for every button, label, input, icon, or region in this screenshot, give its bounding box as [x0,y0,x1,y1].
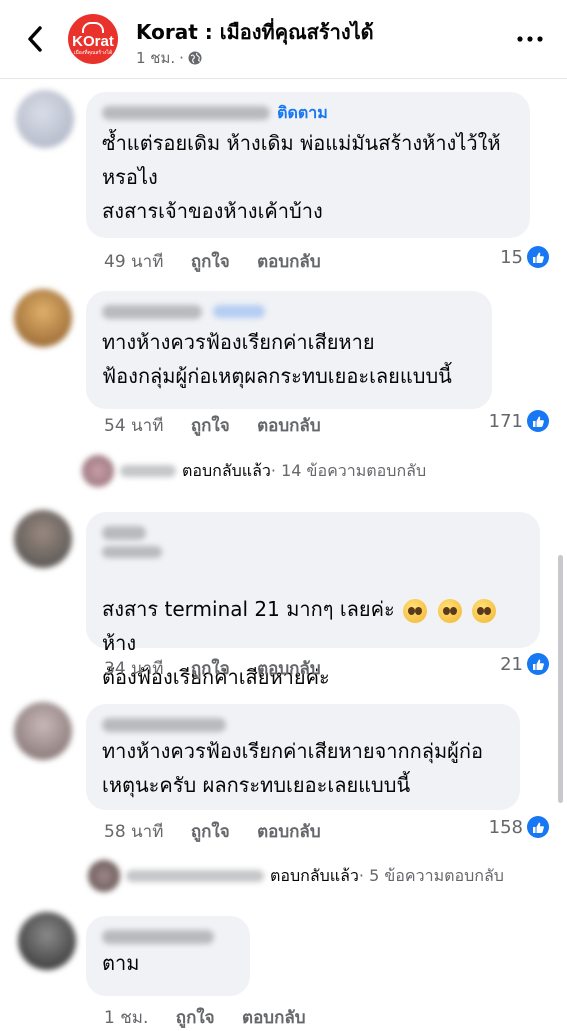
post-meta: 1 ชม. · [136,46,202,70]
reply-count: · 14 ข้อความตอบกลับ [270,460,427,480]
comment-text: ทางห้างควรฟ้องเรียกค่าเสียหายจากกลุ่มผู้… [102,739,484,797]
reply-button[interactable]: ตอบกลับ [257,822,321,842]
commenter-avatar[interactable] [14,702,72,760]
like-thumb-icon [527,246,549,268]
comment-bubble[interactable]: ทางห้างควรฟ้องเรียกค่าเสียหายจากกลุ่มผู้… [86,704,520,810]
scrollbar[interactable] [558,555,563,803]
replied-label: ตอบกลับแล้ว [182,460,271,480]
reply-button[interactable]: ตอบกลับ [257,659,321,679]
pleading-face-emoji [437,598,462,623]
replier-name [120,465,176,477]
like-count[interactable]: 158 [489,816,549,838]
commenter-name[interactable] [102,105,270,120]
more-options-button[interactable] [510,24,550,54]
comment-text: ซ้ำแต่รอยเดิม ห้างเดิม พ่อแม่มันสร้างห้า… [102,131,501,223]
follow-link[interactable] [213,305,266,318]
like-thumb-icon [527,410,549,432]
commenter-avatar[interactable] [14,289,72,347]
like-button[interactable]: ถูกใจ [191,659,230,679]
comment-time: 54 นาที [104,416,164,436]
like-count[interactable]: 15 [500,246,549,268]
comment-text: ทางห้างควรฟ้องเรียกค่าเสียหาย ฟ้องกลุ่มผ… [102,330,452,388]
like-button[interactable]: ถูกใจ [191,416,230,436]
like-button[interactable]: ถูกใจ [176,1008,215,1028]
page-title[interactable]: Korat : เมืองที่คุณสร้างได้ [136,16,374,48]
pleading-face-emoji [403,598,428,623]
comment-bubble[interactable]: ติดตาม ซ้ำแต่รอยเดิม ห้างเดิม พ่อแม่มันส… [86,92,530,238]
replies-summary[interactable]: ตอบกลับแล้ว · 14 ข้อความตอบกลับ [82,455,426,487]
comment-bubble[interactable]: ทางห้างควรฟ้องเรียกค่าเสียหาย ฟ้องกลุ่มผ… [86,291,492,409]
comment-bubble[interactable]: ตาม [86,916,250,996]
reply-count: · 5 ข้อความตอบกลับ [358,865,504,885]
commenter-avatar[interactable] [16,90,74,148]
replies-summary[interactable]: ตอบกลับแล้ว · 5 ข้อความตอบกลับ [88,860,504,892]
commenter-avatar[interactable] [14,510,72,568]
back-button[interactable] [20,22,50,56]
page-avatar[interactable]: KOrat เมืองที่คุณสร้างได้ [68,14,118,64]
commenter-name[interactable] [102,929,214,944]
like-count[interactable]: 171 [489,410,549,432]
comment-time: 49 นาที [104,252,164,272]
comment-actions: 34 นาที ถูกใจ ตอบกลับ [104,655,343,682]
pleading-face-emoji [471,598,496,623]
commenter-name-2 [102,545,162,558]
commenter-name[interactable] [102,525,146,540]
commenter-avatar[interactable] [18,912,76,970]
like-button[interactable]: ถูกใจ [191,822,230,842]
logo-subtext: เมืองที่คุณสร้างได้ [73,50,113,56]
post-header: KOrat เมืองที่คุณสร้างได้ Korat : เมืองท… [0,0,567,79]
replier-avatar [82,455,114,487]
commenter-name[interactable] [102,717,226,732]
comment-time: 58 นาที [104,822,164,842]
comment-time: 34 นาที [104,659,164,679]
comment-time: 1 ชม. [104,1008,149,1028]
replier-avatar [88,860,120,892]
logo-roof-icon [82,22,104,33]
like-thumb-icon [527,816,549,838]
reply-button[interactable]: ตอบกลับ [257,416,321,436]
like-button[interactable]: ถูกใจ [191,252,230,272]
more-icon [517,36,543,42]
replied-label: ตอบกลับแล้ว [270,865,359,885]
like-count[interactable]: 21 [500,653,549,675]
comment-actions: 1 ชม. ถูกใจ ตอบกลับ [104,1004,328,1031]
comment-text: ตาม [102,951,140,975]
comment-bubble[interactable]: สงสาร terminal 21 มากๆ เลยค่ะ ห้าง ต้องฟ้… [86,512,540,689]
back-arrow-icon [28,26,42,52]
comment-actions: 54 นาที ถูกใจ ตอบกลับ [104,412,343,439]
commenter-name[interactable] [102,304,202,319]
logo-text: KOrat [72,33,114,50]
post-time: 1 ชม. [136,49,176,67]
reply-button[interactable]: ตอบกลับ [257,252,321,272]
globe-icon [188,51,202,65]
reply-button[interactable]: ตอบกลับ [242,1008,306,1028]
replier-name [126,870,264,882]
comment-actions: 58 นาที ถูกใจ ตอบกลับ [104,818,343,845]
like-thumb-icon [527,653,549,675]
comment-actions: 49 นาที ถูกใจ ตอบกลับ [104,248,343,275]
follow-link[interactable]: ติดตาม [277,103,328,123]
